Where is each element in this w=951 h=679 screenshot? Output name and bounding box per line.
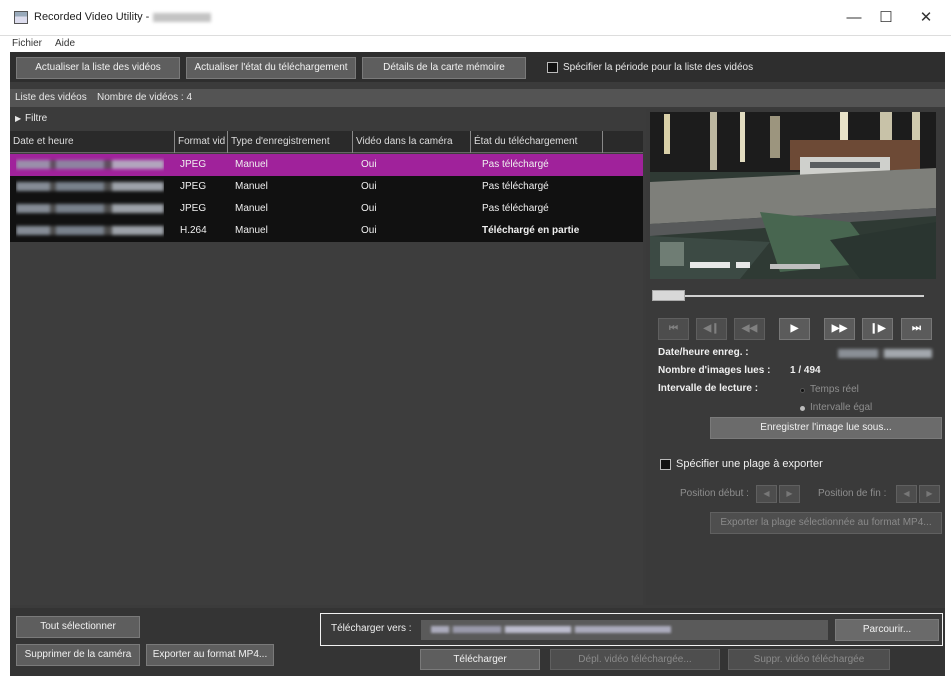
format-cell: JPEG (180, 181, 207, 192)
datetime-cell (16, 176, 164, 198)
rewind-icon[interactable]: ◀◀ (734, 318, 765, 340)
step-forward-icon[interactable]: ❙▶ (862, 318, 893, 340)
filter-toggle[interactable]: ▶ Filtre (10, 109, 643, 129)
in-camera-cell: Oui (361, 225, 377, 236)
in-camera-cell: Oui (361, 181, 377, 192)
end-next-button[interactable]: ▶ (919, 485, 940, 503)
in-camera-cell: Oui (361, 159, 377, 170)
refresh-list-button[interactable]: Actualiser la liste des vidéos (16, 57, 180, 79)
status-cell: Pas téléchargé (482, 203, 549, 214)
skip-start-icon[interactable]: ⏮ (658, 318, 689, 340)
video-preview (650, 112, 936, 279)
images-read-label: Nombre d'images lues : (658, 365, 771, 376)
play-icon[interactable]: ▶ (779, 318, 810, 340)
window-title: Recorded Video Utility - (34, 11, 212, 23)
export-mp4-button[interactable]: Exporter au format MP4... (146, 644, 274, 666)
column-record-type[interactable]: Type d'enregistrement (228, 131, 353, 153)
maximize-button[interactable]: ☐ (866, 6, 906, 30)
menu-help[interactable]: Aide (55, 38, 75, 49)
playback-slider-thumb[interactable] (652, 290, 685, 301)
delete-downloaded-button[interactable]: Suppr. vidéo téléchargée (728, 649, 890, 670)
download-to-label: Télécharger vers : (331, 623, 412, 634)
specify-period-label: Spécifier la période pour la liste des v… (563, 62, 754, 73)
table-row[interactable]: JPEG Manuel Oui Pas téléchargé (10, 198, 643, 220)
export-range-mp4-button[interactable]: Exporter la plage sélectionnée au format… (710, 512, 942, 534)
video-frame-image (650, 112, 936, 279)
datetime-cell (16, 154, 164, 176)
filter-label: Filtre (25, 113, 48, 124)
type-cell: Manuel (235, 225, 268, 236)
realtime-radio[interactable] (800, 388, 805, 393)
download-button[interactable]: Télécharger (420, 649, 540, 670)
column-format[interactable]: Format vid (175, 131, 228, 153)
browse-button[interactable]: Parcourir... (835, 619, 939, 641)
format-cell: H.264 (180, 225, 207, 236)
start-position-label: Position début : (680, 488, 749, 499)
toolbar: Actualiser la liste des vidéos Actualise… (10, 52, 945, 82)
redacted-address (153, 12, 212, 22)
status-cell: Pas téléchargé (482, 181, 549, 192)
specify-range-checkbox[interactable] (660, 459, 671, 470)
end-prev-button[interactable]: ◀ (896, 485, 917, 503)
download-destination-box: Télécharger vers : Parcourir... (320, 613, 943, 646)
table-header: Date et heure Format vid Type d'enregist… (10, 131, 643, 153)
save-image-button[interactable]: Enregistrer l'image lue sous... (710, 417, 942, 439)
format-cell: JPEG (180, 159, 207, 170)
playback-interval-label: Intervalle de lecture : (658, 383, 759, 394)
specify-period-checkbox[interactable] (547, 62, 558, 73)
start-next-button[interactable]: ▶ (779, 485, 800, 503)
type-cell: Manuel (235, 203, 268, 214)
move-downloaded-button[interactable]: Dépl. vidéo téléchargée... (550, 649, 720, 670)
status-cell: Téléchargé en partie (482, 225, 580, 236)
playback-slider-track[interactable] (652, 295, 924, 297)
datetime-cell (16, 198, 164, 220)
type-cell: Manuel (235, 181, 268, 192)
skip-end-icon[interactable]: ⏭ (901, 318, 932, 340)
column-in-camera[interactable]: Vidéo dans la caméra (353, 131, 471, 153)
column-datetime[interactable]: Date et heure (10, 131, 175, 153)
expand-triangle-icon: ▶ (15, 114, 22, 123)
title-bar: Recorded Video Utility - — ☐ ✕ (0, 0, 951, 36)
specify-range-label: Spécifier une plage à exporter (676, 458, 823, 470)
in-camera-cell: Oui (361, 203, 377, 214)
video-count: Nombre de vidéos : 4 (97, 92, 193, 103)
table-row[interactable]: JPEG Manuel Oui Pas téléchargé (10, 154, 643, 176)
start-prev-button[interactable]: ◀ (756, 485, 777, 503)
images-read-value: 1 / 494 (790, 365, 821, 376)
fast-forward-icon[interactable]: ▶▶ (824, 318, 855, 340)
video-list-title: Liste des vidéos (15, 92, 87, 103)
app-body: Actualiser la liste des vidéos Actualise… (10, 52, 945, 676)
video-table: Date et heure Format vid Type d'enregist… (10, 131, 643, 605)
equal-interval-label: Intervalle égal (810, 402, 873, 413)
redacted-path (431, 626, 671, 633)
type-cell: Manuel (235, 159, 268, 170)
equal-interval-radio[interactable] (800, 406, 805, 411)
realtime-label: Temps réel (810, 384, 859, 395)
bottom-bar: Tout sélectionner Supprimer de la caméra… (10, 608, 945, 676)
datetime-cell (16, 220, 164, 242)
record-datetime-label: Date/heure enreg. : (658, 347, 749, 358)
table-row[interactable]: JPEG Manuel Oui Pas téléchargé (10, 176, 643, 198)
record-datetime-value (838, 349, 932, 358)
status-cell: Pas téléchargé (482, 159, 549, 170)
memory-card-details-button[interactable]: Détails de la carte mémoire (362, 57, 526, 79)
select-all-button[interactable]: Tout sélectionner (16, 616, 140, 638)
video-list-header: Liste des vidéos Nombre de vidéos : 4 (10, 89, 945, 107)
format-cell: JPEG (180, 203, 207, 214)
app-icon (14, 11, 28, 24)
end-position-label: Position de fin : (818, 488, 887, 499)
menu-bar: Fichier Aide (0, 36, 951, 52)
refresh-download-state-button[interactable]: Actualiser l'état du téléchargement (186, 57, 356, 79)
close-button[interactable]: ✕ (906, 6, 946, 30)
column-download-state[interactable]: État du téléchargement (471, 131, 603, 153)
table-row[interactable]: H.264 Manuel Oui Téléchargé en partie (10, 220, 643, 242)
player-panel: ⏮ ◀❙ ◀◀ ▶ ▶▶ ❙▶ ⏭ Date/heure enreg. : No… (646, 109, 945, 605)
step-back-icon[interactable]: ◀❙ (696, 318, 727, 340)
menu-file[interactable]: Fichier (12, 38, 42, 49)
delete-from-camera-button[interactable]: Supprimer de la caméra (16, 644, 140, 666)
download-path-field[interactable] (421, 620, 828, 640)
